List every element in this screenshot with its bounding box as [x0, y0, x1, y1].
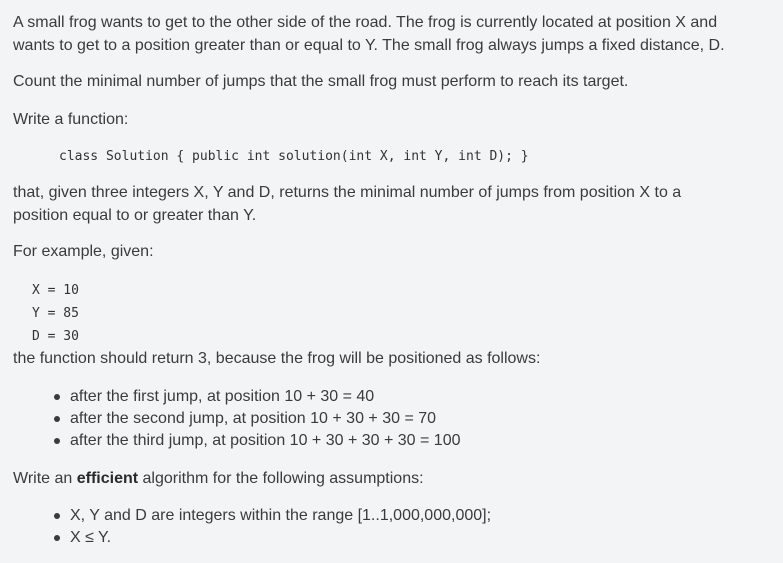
- example-x: X = 10: [32, 283, 79, 298]
- bullet-icon: [54, 438, 60, 444]
- bullet-icon: [54, 513, 60, 519]
- efficient-paragraph: Write an efficient algorithm for the fol…: [13, 470, 424, 487]
- write-function-paragraph: Write a function:: [13, 111, 129, 128]
- intro-paragraph: A small frog wants to get to the other s…: [13, 11, 773, 57]
- that-given-line-1: that, given three integers X, Y and D, r…: [13, 184, 682, 201]
- count-paragraph: Count the minimal number of jumps that t…: [13, 73, 629, 90]
- example-d: D = 30: [32, 329, 79, 344]
- that-given-line-2: position equal to or greater than Y.: [13, 207, 257, 224]
- list-item: after the first jump, at position 10 + 3…: [52, 386, 461, 408]
- return-paragraph: the function should return 3, because th…: [13, 350, 541, 367]
- bullet-icon: [54, 416, 60, 422]
- efficient-emphasis: efficient: [76, 470, 139, 487]
- task-description: A small frog wants to get to the other s…: [0, 0, 783, 563]
- list-item: after the second jump, at position 10 + …: [52, 408, 461, 430]
- list-item: X ≤ Y.: [52, 527, 491, 549]
- assumptions-list: X, Y and D are integers within the range…: [52, 505, 491, 549]
- bullet-icon: [54, 394, 60, 400]
- jumps-list: after the first jump, at position 10 + 3…: [52, 386, 461, 452]
- list-item: X, Y and D are integers within the range…: [52, 505, 491, 527]
- list-item: after the third jump, at position 10 + 3…: [52, 430, 461, 452]
- for-example-paragraph: For example, given:: [13, 243, 154, 260]
- function-signature: class Solution { public int solution(int…: [59, 149, 529, 164]
- bullet-icon: [54, 535, 60, 541]
- that-given-paragraph: that, given three integers X, Y and D, r…: [13, 181, 773, 227]
- intro-line-1: A small frog wants to get to the other s…: [13, 14, 718, 31]
- example-y: Y = 85: [32, 306, 79, 321]
- intro-line-2: wants to get to a position greater than …: [13, 37, 725, 54]
